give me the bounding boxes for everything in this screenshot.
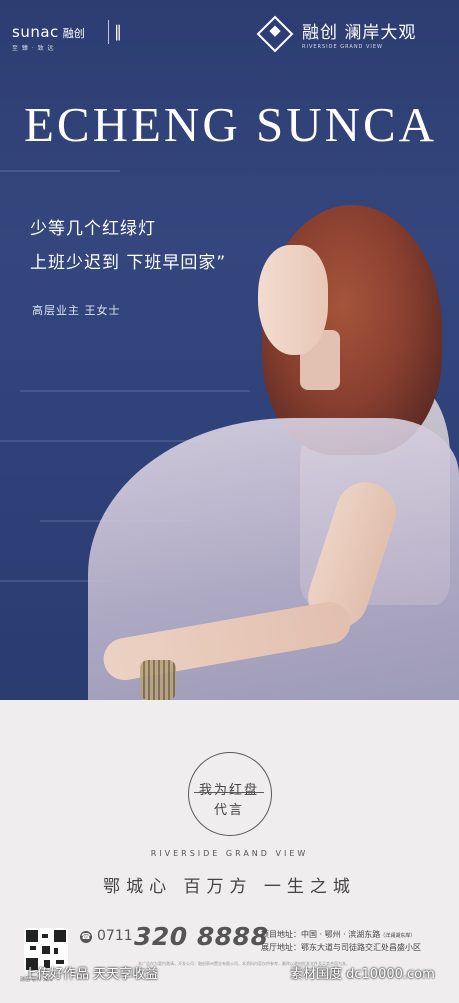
badge-line-2: 代言 bbox=[213, 803, 244, 818]
watermark-left: 上传好作品 天天享收益 bbox=[24, 967, 159, 982]
sunac-brand-text: sunac bbox=[12, 23, 59, 41]
light-streak bbox=[0, 440, 200, 442]
hero-photo: sunac 融创 至 臻 · 致 远 ∥ 融创 澜岸大观 RIVERSIDE GR… bbox=[0, 0, 459, 700]
quote-line-2: 上班少迟到 下班早回家” bbox=[30, 253, 227, 273]
badge-divider bbox=[194, 792, 264, 793]
figure-arm bbox=[92, 470, 442, 684]
slogan: 鄂城心 百万方 一生之城 bbox=[103, 877, 356, 897]
project-address-note: （洋澜湖东岸） bbox=[380, 933, 416, 939]
logo-divider bbox=[108, 20, 109, 44]
quote-attribution: 高层业主 王女士 bbox=[32, 304, 121, 317]
project-name: 融创 澜岸大观 bbox=[302, 23, 417, 43]
project-mark-icon: ∥ bbox=[114, 22, 122, 41]
light-streak bbox=[0, 170, 120, 172]
figure-bracelet bbox=[140, 660, 176, 700]
phone-number[interactable]: 320 8888 bbox=[134, 922, 268, 951]
project-name-en: RIVERSIDE GRAND VIEW bbox=[302, 44, 383, 50]
watermark-right: 素材国度 dc10000.com bbox=[290, 967, 435, 982]
project-address: 项目地址：中国 · 鄂州 · 滨湖东路（洋澜湖东岸） bbox=[261, 929, 415, 940]
sunac-brand-cn: 融创 bbox=[62, 27, 85, 40]
quote-line-1: 少等几个红绿灯 bbox=[30, 219, 156, 239]
headline: ECHENG SUNCA bbox=[24, 97, 438, 152]
diamond-logo-icon bbox=[256, 15, 294, 53]
figure-face bbox=[258, 245, 328, 355]
poster: sunac 融创 至 臻 · 致 远 ∥ 融创 澜岸大观 RIVERSIDE GR… bbox=[0, 0, 459, 1003]
sunac-tagline: 至 臻 · 致 远 bbox=[12, 45, 55, 52]
sunac-logo: sunac 融创 至 臻 · 致 远 bbox=[12, 22, 85, 52]
project-address-text: 项目地址：中国 · 鄂州 · 滨湖东路 bbox=[261, 930, 381, 939]
phone-icon: ☎ bbox=[80, 931, 92, 943]
riverside-caption: RIVERSIDE GRAND VIEW bbox=[150, 849, 309, 858]
sales-address: 展厅地址：鄂东大道与司徒路交汇处昌盛小区 bbox=[261, 943, 421, 952]
badge-line-1: 我为红盘 bbox=[198, 783, 259, 798]
light-streak bbox=[20, 390, 250, 392]
phone-area-code: 0711 bbox=[97, 928, 133, 944]
project-logo: 融创 澜岸大观 RIVERSIDE GRAND VIEW bbox=[256, 15, 417, 53]
